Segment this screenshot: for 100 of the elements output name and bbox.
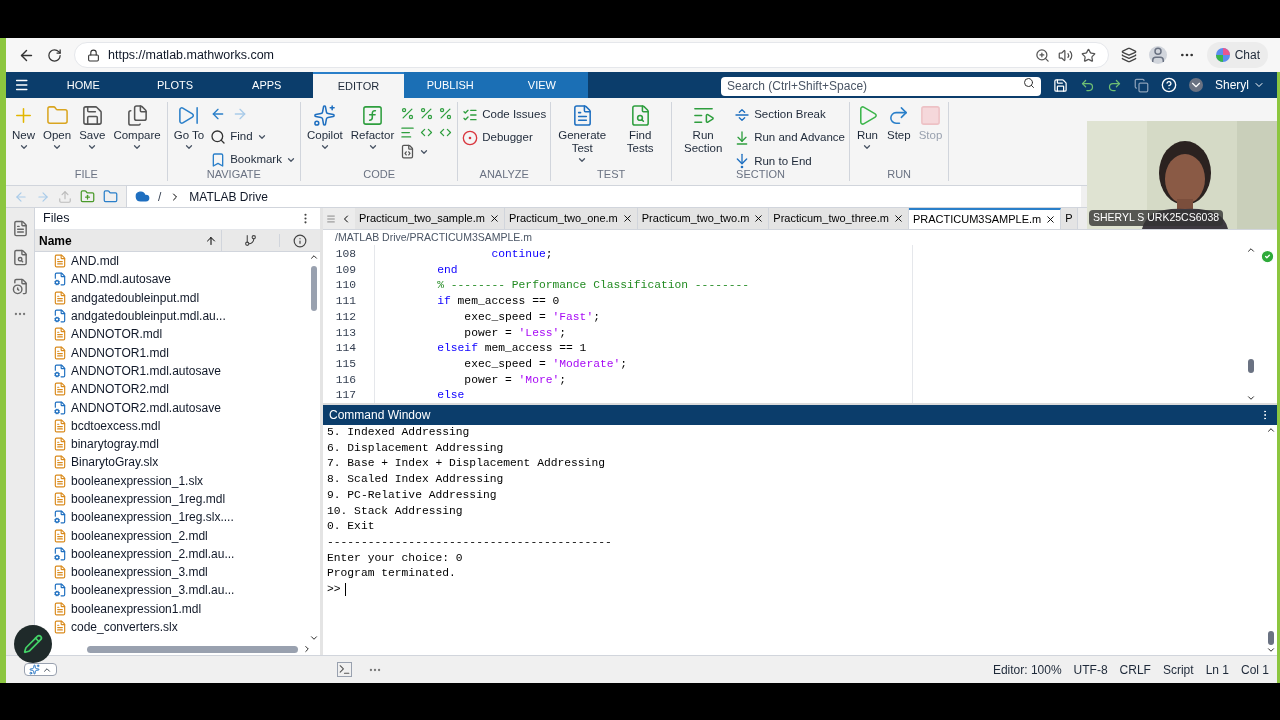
file-item[interactable]: booleanexpression_2.mdl bbox=[53, 526, 308, 545]
toolstrip-tab[interactable]: PLOTS bbox=[129, 72, 221, 98]
refresh-icon[interactable] bbox=[47, 47, 62, 63]
scroll-down-icon[interactable] bbox=[1266, 645, 1276, 655]
close-icon[interactable] bbox=[892, 213, 904, 224]
scroll-thumb[interactable] bbox=[1268, 631, 1274, 645]
toolstrip-tab[interactable]: VIEW bbox=[496, 72, 588, 98]
dropdown-icon[interactable] bbox=[1189, 78, 1203, 92]
ribbon-button[interactable]: Code Issues bbox=[462, 106, 547, 124]
ribbon-button[interactable]: Refactor bbox=[348, 102, 397, 152]
undo-icon[interactable] bbox=[1080, 77, 1095, 93]
menu-icon[interactable] bbox=[14, 77, 30, 93]
toolstrip-tab[interactable]: PUBLISH bbox=[404, 72, 497, 98]
scroll-thumb[interactable] bbox=[1248, 359, 1254, 373]
smart-indent-icon[interactable] bbox=[400, 144, 416, 159]
file-item[interactable]: ANDNOTOR.mdl bbox=[53, 325, 308, 344]
folder-icon[interactable] bbox=[103, 189, 118, 204]
scroll-down-icon[interactable] bbox=[1246, 393, 1256, 403]
save-icon[interactable] bbox=[1053, 77, 1068, 93]
info-icon[interactable] bbox=[293, 233, 307, 248]
chat-button[interactable]: Chat bbox=[1206, 42, 1268, 68]
branch-icon[interactable] bbox=[244, 234, 257, 247]
indent-icon[interactable] bbox=[400, 125, 416, 140]
scrollbar[interactable] bbox=[1245, 245, 1257, 403]
file-item[interactable]: ANDNOTOR1.mdl.autosave bbox=[53, 361, 308, 381]
file-tab[interactable]: Practicum_two_sample.m bbox=[355, 208, 505, 229]
file-tab[interactable]: P bbox=[1061, 208, 1078, 229]
zoom-icon[interactable] bbox=[1034, 47, 1050, 63]
file-item[interactable]: bcdtoexcess.mdl bbox=[53, 416, 308, 435]
ribbon-button[interactable]: Step bbox=[884, 102, 913, 142]
search-field[interactable]: Search (Ctrl+Shift+Space) bbox=[721, 76, 1041, 96]
close-icon[interactable] bbox=[488, 213, 500, 224]
scroll-up-icon[interactable] bbox=[1246, 245, 1256, 255]
ribbon-button[interactable]: Copilot bbox=[304, 102, 345, 152]
new-folder-icon[interactable] bbox=[80, 189, 95, 204]
ribbon-button[interactable]: Run to End bbox=[734, 152, 845, 170]
scroll-up-icon[interactable] bbox=[1266, 425, 1276, 435]
file-tab[interactable]: Practicum_two_one.m bbox=[504, 208, 638, 229]
percent-icon[interactable] bbox=[400, 106, 416, 121]
file-item[interactable]: booleanexpression_3.mdl bbox=[53, 563, 308, 582]
ribbon-button[interactable]: Debugger bbox=[462, 129, 547, 147]
scroll-thumb[interactable] bbox=[311, 266, 317, 311]
terminal-icon[interactable] bbox=[337, 662, 352, 677]
read-aloud-icon[interactable] bbox=[1057, 47, 1073, 63]
ribbon-button[interactable]: Section Break bbox=[734, 106, 845, 124]
file-item[interactable]: booleanexpression_1reg.mdl bbox=[53, 489, 308, 509]
file-item[interactable]: booleanexpression1.mdl bbox=[53, 599, 308, 618]
file-item[interactable]: andgatedoubleinput.mdl.au... bbox=[53, 306, 308, 326]
scrollbar[interactable] bbox=[1265, 425, 1277, 655]
file-item[interactable]: code_converters.slx bbox=[53, 617, 308, 637]
path-bar[interactable]: / MATLAB Drive bbox=[126, 186, 1081, 207]
scroll-down-icon[interactable] bbox=[309, 633, 319, 643]
file-tab[interactable]: Practicum_two_three.m bbox=[769, 208, 909, 229]
file-item[interactable]: AND.mdl bbox=[53, 252, 308, 271]
redo-icon[interactable] bbox=[1107, 77, 1122, 93]
favorites-list-icon[interactable] bbox=[1120, 47, 1137, 63]
percent-icon[interactable] bbox=[419, 106, 435, 121]
close-icon[interactable] bbox=[1045, 214, 1057, 225]
workspace-icon[interactable] bbox=[11, 249, 29, 266]
user-menu-button[interactable]: Sheryl bbox=[1215, 76, 1265, 94]
close-icon[interactable] bbox=[753, 213, 765, 224]
scroll-up-icon[interactable] bbox=[309, 252, 319, 262]
ribbon-button[interactable]: Run Section bbox=[676, 102, 731, 155]
horizontal-scrollbar[interactable] bbox=[87, 645, 298, 653]
close-icon[interactable] bbox=[621, 213, 633, 224]
ribbon-button[interactable]: Run and Advance bbox=[734, 129, 845, 147]
file-item[interactable]: booleanexpression_2.mdl.au... bbox=[53, 544, 308, 564]
history-icon[interactable] bbox=[11, 278, 29, 295]
file-tab[interactable]: PRACTICUM3SAMPLE.m bbox=[908, 208, 1062, 229]
favorite-icon[interactable] bbox=[1080, 47, 1096, 63]
file-item[interactable]: ANDNOTOR2.mdl bbox=[53, 380, 308, 399]
file-tab[interactable]: Practicum_two_two.m bbox=[637, 208, 770, 229]
toolstrip-tab[interactable]: APPS bbox=[220, 72, 313, 98]
files-icon[interactable] bbox=[11, 220, 29, 237]
percent-icon[interactable] bbox=[438, 106, 454, 121]
ribbon-button[interactable]: Generate Test bbox=[555, 102, 610, 165]
file-item[interactable]: AND.mdl.autosave bbox=[53, 270, 308, 289]
scroll-right-icon[interactable] bbox=[302, 644, 312, 654]
file-item[interactable]: booleanexpression_1.slx bbox=[53, 471, 308, 490]
file-item[interactable]: booleanexpression_3.mdl.au... bbox=[53, 581, 308, 600]
file-item[interactable]: andgatedoubleinput.mdl bbox=[53, 288, 308, 307]
address-field[interactable]: https://matlab.mathworks.com bbox=[74, 42, 1109, 68]
ribbon-button[interactable]: Go To bbox=[171, 102, 207, 152]
ribbon-button[interactable]: Find Tests bbox=[613, 102, 668, 155]
profile-avatar-icon[interactable] bbox=[1148, 46, 1167, 64]
ribbon-button[interactable]: Open bbox=[41, 102, 74, 152]
ribbon-button[interactable]: Run bbox=[853, 102, 881, 152]
ribbon-button[interactable]: Save bbox=[77, 102, 108, 152]
help-icon[interactable] bbox=[1161, 77, 1177, 93]
scrollbar[interactable] bbox=[308, 252, 320, 643]
file-item[interactable]: booleanexpression_1reg.slx.... bbox=[53, 508, 308, 527]
ribbon-button[interactable]: Find bbox=[210, 128, 296, 146]
file-item[interactable]: BinarytoGray.slx bbox=[53, 453, 308, 472]
file-item[interactable]: binarytogray.mdl bbox=[53, 434, 308, 454]
ribbon-button[interactable]: New bbox=[10, 102, 37, 152]
file-item[interactable]: ANDNOTOR1.mdl bbox=[53, 343, 308, 362]
ribbon-button[interactable]: Compare bbox=[111, 102, 163, 152]
ribbon-button[interactable]: Bookmark bbox=[210, 151, 296, 169]
toolstrip-tab[interactable]: EDITOR bbox=[312, 72, 405, 98]
windows-icon[interactable] bbox=[1134, 77, 1149, 93]
